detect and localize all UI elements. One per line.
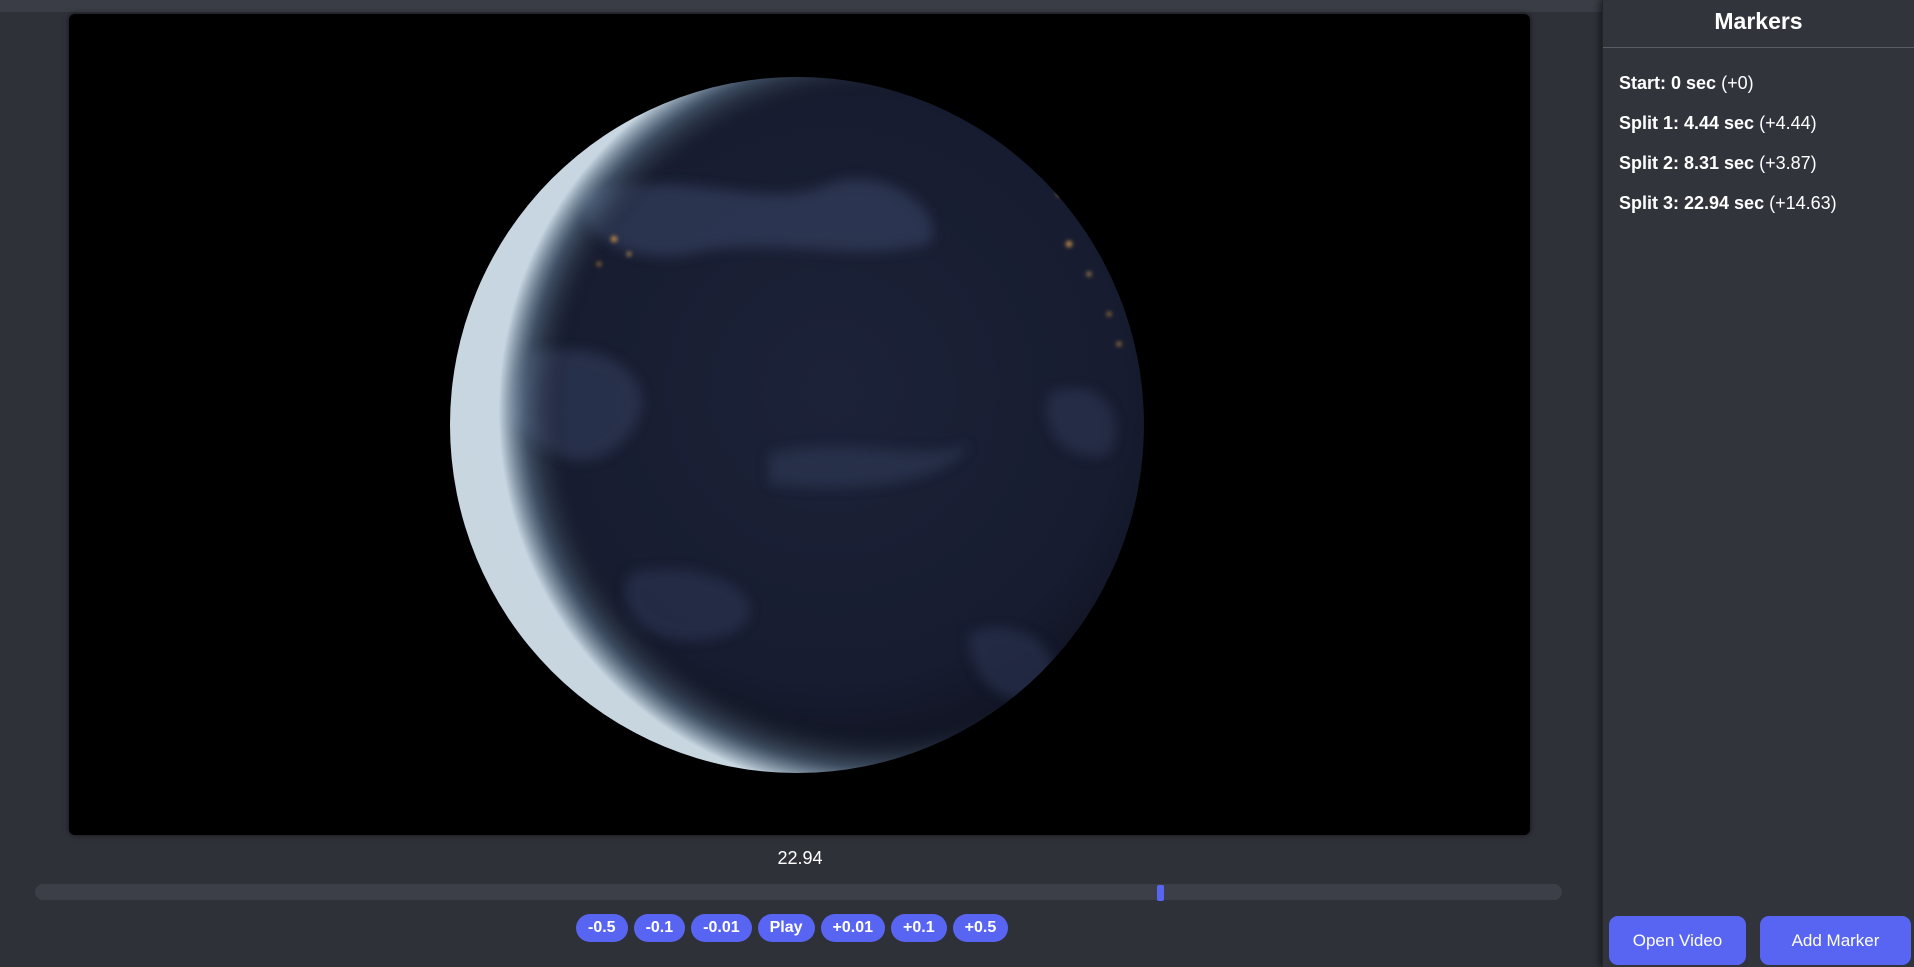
add-marker-button[interactable]: Add Marker xyxy=(1760,916,1911,965)
marker-delta: (+3.87) xyxy=(1759,153,1817,173)
step-forward-0-5-button[interactable]: +0.5 xyxy=(952,914,1009,942)
playback-controls: -0.5 -0.1 -0.01 Play +0.01 +0.1 +0.5 xyxy=(576,914,1009,942)
step-back-0-5-button[interactable]: -0.5 xyxy=(576,914,628,942)
top-strip xyxy=(0,0,1602,12)
marker-delta: (+4.44) xyxy=(1759,113,1817,133)
marker-delta: (+0) xyxy=(1721,73,1754,93)
marker-item: Split 1: 4.44 sec (+4.44) xyxy=(1619,113,1914,153)
marker-item: Split 2: 8.31 sec (+3.87) xyxy=(1619,153,1914,193)
current-time-readout: 22.94 xyxy=(777,848,823,868)
marker-delta: (+14.63) xyxy=(1769,193,1837,213)
step-back-0-01-button[interactable]: -0.01 xyxy=(691,914,752,942)
markers-sidebar: Markers Start: 0 sec (+0) Split 1: 4.44 … xyxy=(1602,0,1914,967)
marker-label: Split 2: 8.31 sec xyxy=(1619,153,1755,173)
sidebar-title: Markers xyxy=(1603,0,1914,48)
marker-label: Split 3: 22.94 sec xyxy=(1619,193,1765,213)
video-player[interactable] xyxy=(69,14,1530,835)
marker-label: Split 1: 4.44 sec xyxy=(1619,113,1755,133)
marker-label: Start: 0 sec xyxy=(1619,73,1717,93)
earth-video-frame xyxy=(69,14,1530,835)
scrubber-handle[interactable] xyxy=(1157,885,1164,901)
marker-item: Split 3: 22.94 sec (+14.63) xyxy=(1619,193,1914,233)
marker-item: Start: 0 sec (+0) xyxy=(1619,73,1914,113)
open-video-button[interactable]: Open Video xyxy=(1609,916,1746,965)
marker-list: Start: 0 sec (+0) Split 1: 4.44 sec (+4.… xyxy=(1603,48,1914,233)
sidebar-actions: Open Video Add Marker xyxy=(1609,916,1911,965)
player-area: 22.94 -0.5 -0.1 -0.01 Play +0.01 +0.1 +0… xyxy=(0,0,1602,967)
step-forward-0-1-button[interactable]: +0.1 xyxy=(891,914,947,942)
step-forward-0-01-button[interactable]: +0.01 xyxy=(820,914,886,942)
step-back-0-1-button[interactable]: -0.1 xyxy=(633,914,686,942)
timeline-scrubber[interactable] xyxy=(35,884,1562,901)
play-button[interactable]: Play xyxy=(757,914,815,942)
app-window: 22.94 -0.5 -0.1 -0.01 Play +0.01 +0.1 +0… xyxy=(0,0,1914,967)
